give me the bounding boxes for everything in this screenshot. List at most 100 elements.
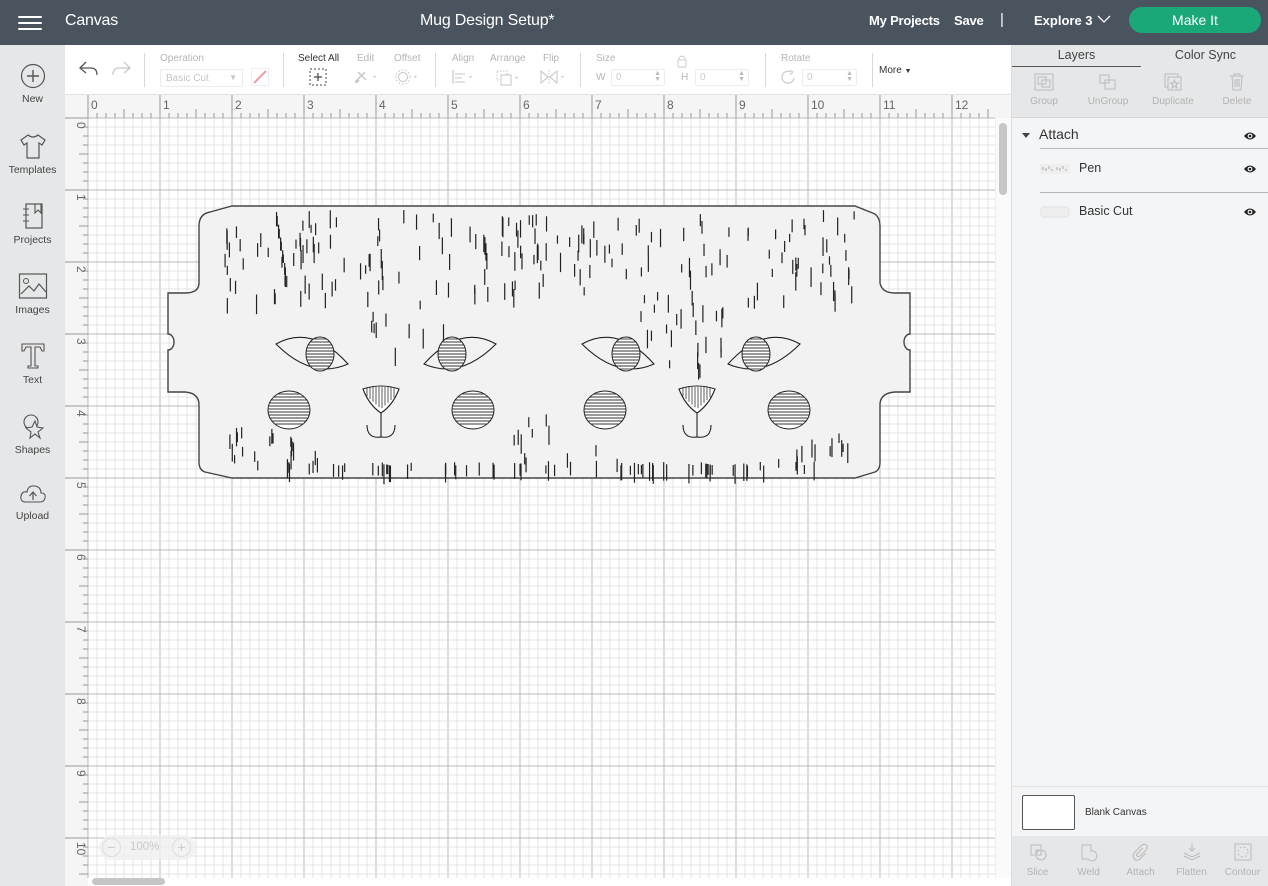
group-button[interactable]: Group bbox=[1012, 67, 1076, 118]
blank-canvas-swatch[interactable] bbox=[1022, 795, 1075, 830]
text-T-icon bbox=[20, 343, 45, 369]
vertical-scroll-track[interactable] bbox=[995, 118, 1011, 878]
flip-label: Flip bbox=[543, 53, 560, 64]
delete-button[interactable]: Delete bbox=[1205, 67, 1268, 118]
nav-text[interactable]: Text bbox=[0, 342, 65, 402]
layer-group-attach: Attach Pen Basic Cut bbox=[1012, 123, 1268, 218]
layer-group-header[interactable]: Attach bbox=[1012, 123, 1268, 148]
visibility-eye-icon[interactable] bbox=[1243, 164, 1257, 174]
save-button[interactable]: Save bbox=[954, 13, 984, 28]
panel-tabs: Layers Color Sync bbox=[1012, 45, 1268, 67]
divider bbox=[580, 53, 581, 87]
action-label: Flatten bbox=[1176, 867, 1207, 878]
visibility-eye-icon[interactable] bbox=[1243, 207, 1257, 217]
width-input[interactable]: 0 ▲ ▼ bbox=[611, 69, 665, 86]
tshirt-icon bbox=[19, 134, 46, 159]
chevron-down-icon bbox=[1097, 15, 1111, 23]
operation-label: Operation bbox=[160, 53, 204, 64]
rotate-value: 0 bbox=[807, 72, 813, 83]
separator: | bbox=[1000, 11, 1004, 28]
flatten-icon bbox=[1183, 843, 1200, 861]
divider bbox=[283, 53, 284, 87]
nav-label: Projects bbox=[13, 234, 52, 246]
rotate-input[interactable]: 0 ▲ ▼ bbox=[802, 69, 857, 86]
select-all-icon[interactable] bbox=[309, 68, 327, 86]
nav-projects[interactable]: Projects bbox=[0, 202, 65, 262]
divider bbox=[435, 53, 436, 87]
nav-label: Images bbox=[15, 304, 50, 316]
hamburger-icon-line bbox=[18, 16, 42, 18]
hamburger-menu-button[interactable] bbox=[18, 12, 42, 32]
action-label: Group bbox=[1030, 96, 1058, 107]
zoom-in-button[interactable]: + bbox=[172, 838, 191, 857]
lock-icon[interactable] bbox=[675, 54, 689, 68]
line-color-swatch[interactable] bbox=[251, 68, 269, 86]
flip-icon[interactable] bbox=[539, 69, 569, 85]
nav-shapes[interactable]: Shapes bbox=[0, 412, 65, 472]
left-nav: New Templates Projects Images Text Shape… bbox=[0, 45, 65, 886]
nav-templates[interactable]: Templates bbox=[0, 132, 65, 192]
paperclip-icon bbox=[1132, 843, 1148, 861]
divider bbox=[144, 53, 145, 87]
nav-upload[interactable]: Upload bbox=[0, 482, 65, 542]
mug-design[interactable] bbox=[65, 95, 1011, 886]
image-icon bbox=[18, 273, 47, 299]
slice-button[interactable]: Slice bbox=[1012, 836, 1063, 886]
align-icon[interactable] bbox=[451, 69, 477, 85]
duplicate-icon bbox=[1164, 73, 1182, 91]
operation-select[interactable]: Basic Cut ▼ bbox=[160, 69, 243, 87]
zoom-out-button[interactable]: − bbox=[102, 838, 121, 857]
undo-icon[interactable] bbox=[79, 60, 99, 78]
flatten-button[interactable]: Flatten bbox=[1166, 836, 1217, 886]
cloud-upload-icon bbox=[19, 485, 46, 503]
offset-icon[interactable] bbox=[395, 69, 421, 85]
contour-icon bbox=[1234, 843, 1251, 861]
make-it-button[interactable]: Make It bbox=[1129, 7, 1261, 33]
select-all-label: Select All bbox=[298, 53, 340, 64]
my-projects-link[interactable]: My Projects bbox=[869, 13, 940, 28]
action-label: Slice bbox=[1026, 867, 1049, 878]
ungroup-button[interactable]: UnGroup bbox=[1076, 67, 1140, 118]
spinner-icon[interactable]: ▲ ▼ bbox=[654, 70, 661, 83]
spinner-icon[interactable]: ▲ ▼ bbox=[738, 70, 745, 83]
nav-images[interactable]: Images bbox=[0, 272, 65, 332]
layer-row-pen[interactable]: Pen bbox=[1012, 149, 1268, 189]
height-input[interactable]: 0 ▲ ▼ bbox=[695, 69, 749, 86]
contour-button[interactable]: Contour bbox=[1217, 836, 1268, 886]
layer-actions: Group UnGroup Duplicate Delete bbox=[1012, 67, 1268, 118]
action-label: Weld bbox=[1077, 867, 1100, 878]
machine-selector[interactable]: Explore 3 bbox=[1034, 13, 1111, 28]
more-menu-button[interactable]: More ▼ bbox=[879, 65, 912, 76]
tab-color-sync[interactable]: Color Sync bbox=[1141, 45, 1268, 67]
layer-group-name: Attach bbox=[1039, 126, 1079, 142]
design-canvas[interactable]: 0 1 2 3 4 5 6 7 8 9 10 11 12 0 1 2 3 4 5 6 7 8 9 10 − 100% + bbox=[65, 95, 1011, 886]
notebook-icon bbox=[22, 203, 43, 229]
spinner-icon[interactable]: ▲ ▼ bbox=[846, 70, 853, 83]
horizontal-scrollbar[interactable] bbox=[92, 878, 165, 885]
more-label: More bbox=[879, 65, 902, 76]
weld-button[interactable]: Weld bbox=[1063, 836, 1114, 886]
layer-row-basic-cut[interactable]: Basic Cut bbox=[1012, 192, 1268, 232]
slice-icon bbox=[1030, 844, 1046, 861]
action-label: Contour bbox=[1224, 867, 1261, 878]
redo-icon[interactable] bbox=[111, 60, 131, 78]
layer-name: Pen bbox=[1079, 161, 1102, 175]
visibility-eye-icon[interactable] bbox=[1243, 131, 1257, 141]
duplicate-button[interactable]: Duplicate bbox=[1141, 67, 1205, 118]
group-icon bbox=[1034, 73, 1054, 91]
caret-down-icon: ▼ bbox=[229, 73, 237, 82]
rotate-icon[interactable] bbox=[781, 69, 797, 85]
edit-icon[interactable] bbox=[353, 69, 379, 85]
operation-value: Basic Cut bbox=[166, 73, 209, 84]
layer-thumbnail bbox=[1040, 206, 1070, 218]
arrange-icon[interactable] bbox=[495, 69, 523, 87]
nav-new[interactable]: New bbox=[0, 63, 65, 123]
vertical-scrollbar[interactable] bbox=[999, 123, 1007, 195]
expand-triangle-icon[interactable] bbox=[1022, 133, 1030, 138]
shapes-icon bbox=[22, 414, 44, 440]
top-bar: Canvas Mug Design Setup* My Projects Sav… bbox=[0, 0, 1268, 45]
divider bbox=[765, 53, 766, 87]
action-label: Attach bbox=[1126, 867, 1155, 878]
attach-button[interactable]: Attach bbox=[1115, 836, 1166, 886]
tab-layers[interactable]: Layers bbox=[1012, 45, 1141, 67]
